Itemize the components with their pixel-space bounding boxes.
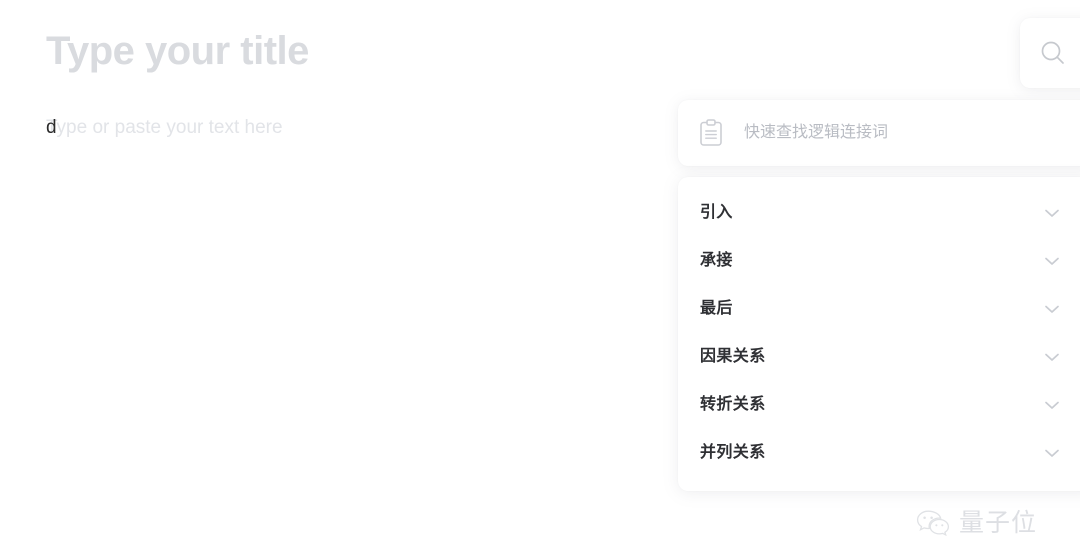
panel-search-input[interactable] bbox=[744, 122, 1044, 144]
chevron-down-icon[interactable] bbox=[1042, 395, 1062, 415]
list-item[interactable]: 承接 bbox=[678, 237, 1080, 285]
list-item-label: 最后 bbox=[700, 300, 733, 317]
list-item[interactable]: 因果关系 bbox=[678, 333, 1080, 381]
list-item[interactable]: 引入 bbox=[678, 189, 1080, 237]
logic-connectives-panel: 引入 承接 最后 因果关系 bbox=[678, 100, 1080, 491]
watermark: 量子位 bbox=[915, 508, 1037, 538]
list-item-label: 引入 bbox=[700, 204, 733, 221]
watermark-text: 量子位 bbox=[959, 508, 1038, 537]
chevron-down-icon[interactable] bbox=[1042, 203, 1062, 223]
panel-search-bar[interactable] bbox=[678, 100, 1080, 166]
list-item[interactable]: 并列关系 bbox=[678, 429, 1080, 477]
search-toggle-button[interactable] bbox=[1020, 18, 1080, 88]
list-item-label: 承接 bbox=[700, 252, 733, 269]
document-title-placeholder[interactable]: Type your title bbox=[46, 26, 309, 76]
document-body-placeholder: Type or paste your text here bbox=[46, 117, 283, 138]
clipboard-icon bbox=[698, 119, 724, 147]
document-body-typed-text: d bbox=[46, 117, 57, 138]
search-icon bbox=[1038, 38, 1068, 68]
chevron-down-icon[interactable] bbox=[1042, 443, 1062, 463]
list-item-label: 转折关系 bbox=[700, 396, 766, 413]
chevron-down-icon[interactable] bbox=[1042, 299, 1062, 319]
list-item[interactable]: 最后 bbox=[678, 285, 1080, 333]
connective-category-list: 引入 承接 最后 因果关系 转折关系 并列关系 bbox=[678, 177, 1080, 491]
chevron-down-icon[interactable] bbox=[1042, 347, 1062, 367]
wechat-logo-icon bbox=[915, 508, 951, 538]
list-item-label: 因果关系 bbox=[700, 348, 766, 365]
chevron-down-icon[interactable] bbox=[1042, 251, 1062, 271]
list-item-label: 并列关系 bbox=[700, 444, 766, 461]
list-item[interactable]: 转折关系 bbox=[678, 381, 1080, 429]
